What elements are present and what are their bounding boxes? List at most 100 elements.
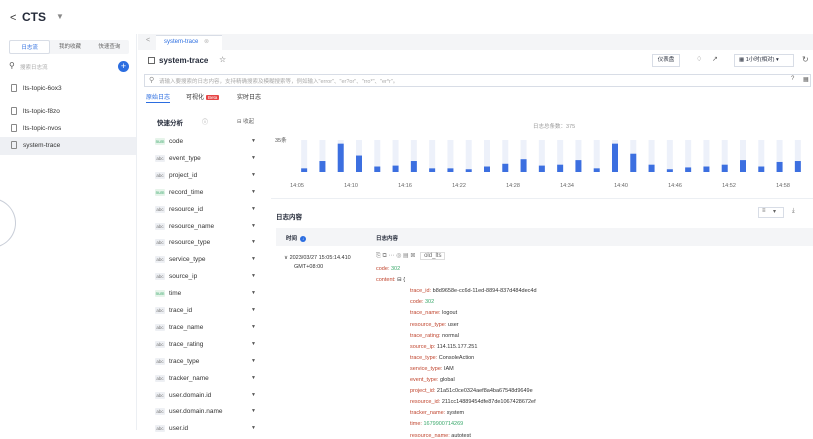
tab-system-trace[interactable]: system-trace ⊗ — [156, 35, 222, 50]
log-value[interactable]: system — [447, 410, 464, 416]
log-value[interactable]: ConsoleAction — [439, 355, 474, 361]
external-link-icon[interactable]: ↗ — [712, 55, 718, 63]
field-item[interactable]: abc user.domain.name ▼ — [155, 405, 263, 421]
log-value[interactable]: user — [448, 322, 459, 328]
field-item[interactable]: num code ▼ — [155, 135, 263, 151]
chevron-down-icon[interactable]: ▼ — [251, 375, 256, 381]
chevron-down-icon[interactable]: ▼ — [251, 223, 256, 229]
chevron-down-icon[interactable]: ▼ — [251, 155, 256, 161]
calendar-icon[interactable]: ▦ — [803, 76, 809, 83]
log-value[interactable]: 302 — [391, 266, 400, 272]
tab-log-streams[interactable]: 日志流 — [9, 40, 51, 54]
log-timestamp[interactable]: ∨ 2023/03/27 15:05:14.410 GMT+08:00 — [284, 254, 351, 272]
download-icon[interactable]: ⤓ — [792, 208, 795, 215]
help-icon[interactable]: ⓘ — [202, 117, 208, 126]
chevron-down-icon[interactable]: ▼ — [251, 408, 256, 414]
log-value[interactable]: ⊟ { — [397, 277, 405, 283]
chart-bar[interactable] — [520, 159, 527, 172]
context-icon[interactable]: ⧉ — [382, 253, 386, 259]
chart-bar[interactable] — [301, 168, 308, 172]
add-button[interactable]: + — [118, 61, 129, 72]
chart-bar[interactable] — [612, 143, 618, 172]
log-value[interactable]: 114.115.177.251 — [437, 344, 477, 350]
field-item[interactable]: abc user.id ▼ — [155, 422, 263, 438]
log-value[interactable]: 302 — [425, 299, 434, 305]
tab-favorites[interactable]: 我的收藏 — [50, 40, 89, 54]
chart-bar[interactable] — [776, 161, 783, 172]
chart-bar[interactable] — [758, 166, 765, 172]
log-value[interactable]: b8d9658e-cc6d-11ed-8894-837d484dec4d — [433, 288, 537, 294]
chart-bar[interactable] — [794, 161, 801, 172]
more-icon[interactable]: ⋯ — [388, 253, 394, 259]
chart-bar[interactable] — [374, 166, 381, 172]
search-input[interactable]: ⚲ 搜索日志流 — [9, 61, 114, 73]
sidebar-item-lts-topic-6ox3[interactable]: lts-topic-6ox3 — [0, 80, 136, 98]
field-item[interactable]: abc service_type ▼ — [155, 253, 263, 269]
refresh-icon[interactable]: ↻ — [802, 55, 809, 64]
chevron-down-icon[interactable]: ▼ — [251, 256, 256, 262]
chart-bar[interactable] — [465, 169, 472, 172]
field-item[interactable]: abc trace_name ▼ — [155, 321, 263, 337]
field-item[interactable]: abc resource_id ▼ — [155, 203, 263, 219]
list-icon[interactable]: ≡ — [762, 208, 766, 214]
bell-icon[interactable]: ♢ — [696, 55, 702, 63]
chart-bar[interactable] — [721, 164, 728, 172]
chevron-down-icon[interactable]: ▼ — [251, 189, 256, 195]
sort-icon[interactable]: ↓ — [300, 236, 307, 242]
chevron-down-icon[interactable]: ▼ — [251, 273, 256, 279]
field-item[interactable]: abc source_ip ▼ — [155, 270, 263, 286]
copy-icon[interactable]: ⎘ — [376, 253, 381, 259]
close-icon[interactable]: ⊗ — [204, 39, 209, 45]
chevron-down-icon[interactable]: ▼ — [251, 425, 256, 431]
chart-bar[interactable] — [685, 167, 692, 172]
eye-icon[interactable]: ◎ — [396, 253, 401, 259]
chart-bar[interactable] — [557, 164, 564, 172]
log-value[interactable]: 21a51c0ce0324aef8a4ba67548d9649e — [437, 388, 533, 394]
close-icon[interactable]: ⊠ — [410, 253, 415, 259]
log-value[interactable]: 211cc14889454dfe87de1067428672ef — [442, 399, 536, 405]
chart-bar[interactable] — [575, 160, 582, 172]
log-value[interactable]: IAM — [444, 366, 454, 372]
chevron-down-icon[interactable]: ▼ — [251, 138, 256, 144]
field-item[interactable]: abc user.domain.id ▼ — [155, 389, 263, 405]
chevron-down-icon[interactable]: ▼ — [251, 206, 256, 212]
chevron-down-icon[interactable]: ▼ — [56, 12, 64, 21]
time-range-select[interactable]: ▦ 1小时(相对) ▾ — [734, 54, 794, 67]
field-item[interactable]: num record_time ▼ — [155, 186, 263, 202]
field-item[interactable]: abc event_type ▼ — [155, 152, 263, 168]
log-value[interactable]: logout — [442, 310, 457, 316]
field-item[interactable]: abc project_id ▼ — [155, 169, 263, 185]
chart-bar[interactable] — [703, 166, 710, 172]
chart-bar[interactable] — [593, 168, 600, 172]
star-icon[interactable]: ☆ — [219, 55, 226, 64]
tab-scroll-left-icon[interactable]: < — [146, 37, 150, 44]
log-value[interactable]: 1679900714269 — [423, 421, 463, 427]
back-icon[interactable]: < — [10, 12, 16, 24]
tab-realtime-logs[interactable]: 实时日志 — [237, 92, 261, 101]
chart-bar[interactable] — [356, 155, 362, 172]
field-item[interactable]: abc trace_type ▼ — [155, 355, 263, 371]
chart-bar[interactable] — [392, 165, 399, 172]
chart-bar[interactable] — [740, 160, 746, 172]
log-value[interactable]: normal — [442, 333, 459, 339]
chevron-down-icon[interactable]: ▼ — [251, 239, 256, 245]
chevron-down-icon[interactable]: ▼ — [251, 172, 256, 178]
dashboard-button[interactable]: 仪表盘 — [652, 54, 680, 67]
chart-bar[interactable] — [319, 161, 326, 172]
query-input[interactable]: ⚲ 请输入要搜索的日志内容，支持精确搜索及模糊搜索等，例如输入"error"、"… — [144, 74, 811, 87]
sidebar-item-lts-topic-f8zo[interactable]: lts-topic-f8zo — [0, 103, 136, 121]
sidebar-item-system-trace[interactable]: system-trace — [0, 137, 136, 155]
chart-bar[interactable] — [630, 153, 637, 172]
field-item[interactable]: abc resource_name ▼ — [155, 220, 263, 236]
chart-bar[interactable] — [337, 143, 344, 172]
chevron-down-icon[interactable]: ▼ — [251, 307, 256, 313]
chart-bar[interactable] — [538, 165, 545, 172]
chevron-down-icon[interactable]: ▼ — [251, 324, 256, 330]
chevron-down-icon[interactable]: ▼ — [251, 392, 256, 398]
chart-bar[interactable] — [502, 163, 509, 172]
chevron-down-icon[interactable]: ▼ — [251, 358, 256, 364]
chevron-down-icon[interactable]: ▾ — [773, 208, 776, 215]
document-icon[interactable]: ▤ — [403, 253, 409, 259]
log-value[interactable]: autotest — [451, 433, 471, 439]
chart-bar[interactable] — [447, 168, 454, 172]
